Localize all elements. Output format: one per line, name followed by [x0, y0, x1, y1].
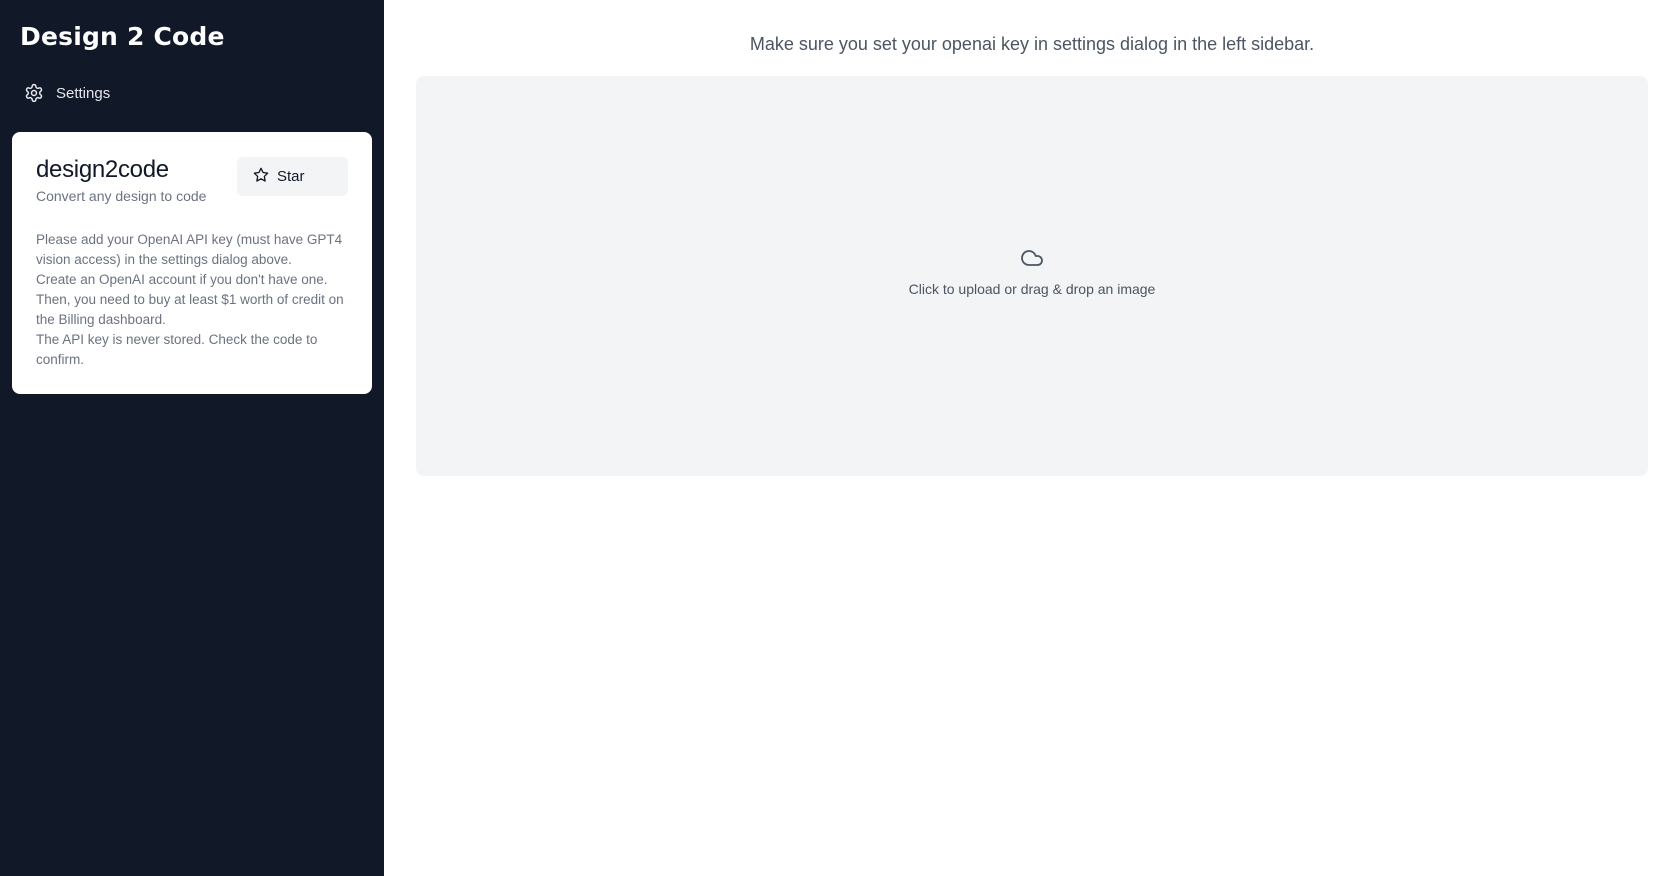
- repo-description: Please add your OpenAI API key (must hav…: [36, 230, 348, 370]
- api-key-notice: Make sure you set your openai key in set…: [749, 34, 1315, 54]
- repo-name[interactable]: design2code: [36, 156, 206, 184]
- star-button[interactable]: Star: [237, 157, 348, 196]
- settings-label: Settings: [56, 84, 111, 102]
- dropzone-inner: Click to upload or drag & drop an image: [908, 246, 1156, 297]
- repo-card: design2code Convert any design to code S…: [12, 132, 372, 394]
- description-line: Create an OpenAI account if you don't ha…: [36, 272, 328, 287]
- repo-subtitle: Convert any design to code: [36, 188, 207, 204]
- gear-icon: [24, 83, 44, 103]
- repo-header: design2code Convert any design to code S…: [36, 156, 348, 204]
- sidebar: Design 2 Code Settings design2code Conve…: [0, 0, 384, 876]
- description-line: Please add your OpenAI API key (must hav…: [36, 232, 343, 267]
- star-label: Star: [277, 168, 305, 185]
- description-line: Then, you need to buy at least $1 worth …: [36, 292, 344, 327]
- description-line: The API key is never stored. Check the c…: [36, 332, 318, 367]
- star-icon: [253, 167, 269, 187]
- app-title: Design 2 Code: [20, 22, 225, 51]
- settings-button[interactable]: Settings: [24, 83, 110, 103]
- image-dropzone[interactable]: Click to upload or drag & drop an image: [416, 76, 1648, 476]
- main-content: Make sure you set your openai key in set…: [384, 0, 1680, 876]
- dropzone-text: Click to upload or drag & drop an image: [908, 280, 1156, 297]
- repo-info: design2code Convert any design to code: [36, 156, 206, 204]
- cloud-icon: [1020, 246, 1044, 275]
- app-root: Design 2 Code Settings design2code Conve…: [0, 0, 1680, 876]
